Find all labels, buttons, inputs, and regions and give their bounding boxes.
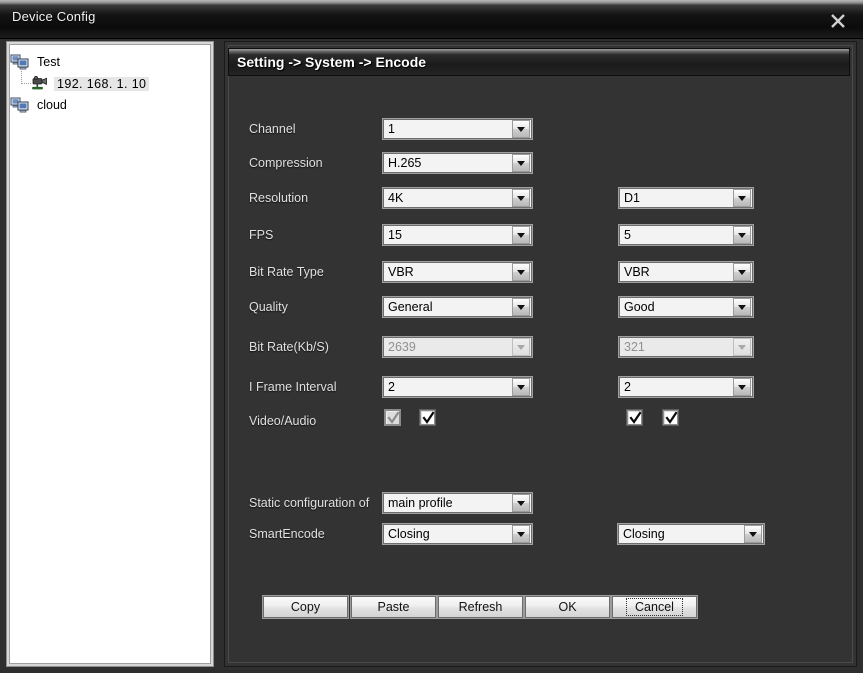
config-panel <box>224 41 857 667</box>
chevron-down-icon <box>512 338 530 356</box>
main-stream-quality-value: General <box>383 300 512 314</box>
sub-stream-fps-value: 5 <box>619 228 733 242</box>
label-video-audio: Video/Audio <box>249 414 316 428</box>
tree-item-192-168-1-10[interactable]: 192. 168. 1. 10 <box>10 73 210 94</box>
device-tree-panel: Test 192. 168. 1. 10 cloud <box>6 41 214 667</box>
main-stream-fps-value: 15 <box>383 228 512 242</box>
chevron-down-icon[interactable] <box>512 120 530 138</box>
main-stream-fps[interactable]: 15 <box>382 224 533 246</box>
computers-group-icon <box>10 96 30 113</box>
cancel-button[interactable]: Cancel <box>611 595 698 619</box>
chevron-down-icon[interactable] <box>512 378 530 396</box>
chevron-down-icon[interactable] <box>733 298 751 316</box>
label-bit-rate-kb-s: Bit Rate(Kb/S) <box>249 340 329 354</box>
static-configuration-profile[interactable]: main profile <box>382 492 533 514</box>
main-stream-smartencode[interactable]: Closing <box>382 523 533 545</box>
window-title: Device Config <box>12 9 96 24</box>
main-stream-bit-rate-kb-s: 2639 <box>382 336 533 358</box>
main-stream-resolution[interactable]: 4K <box>382 187 533 209</box>
main-stream-compression-value: H.265 <box>383 156 512 170</box>
tree-item-label: cloud <box>34 98 70 112</box>
sub-stream-quality[interactable]: Good <box>618 296 754 318</box>
config-panel-inner-border <box>228 45 853 663</box>
label-i-frame-interval: I Frame Interval <box>249 380 337 394</box>
chevron-down-icon[interactable] <box>744 525 762 543</box>
main-stream-compression[interactable]: H.265 <box>382 152 533 174</box>
sub-stream-smartencode[interactable]: Closing <box>617 523 765 545</box>
chevron-down-icon[interactable] <box>733 189 751 207</box>
cancel-button-label: Cancel <box>626 598 683 616</box>
label-bit-rate-type: Bit Rate Type <box>249 265 324 279</box>
main-stream-smartencode-value: Closing <box>383 527 512 541</box>
paste-button[interactable]: Paste <box>350 595 437 619</box>
close-icon[interactable] <box>824 6 852 34</box>
sub-stream-bit-rate-kb-s: 321 <box>618 336 754 358</box>
breadcrumb: Setting -> System -> Encode <box>237 54 426 70</box>
sub-stream-bit-rate-kb-s-value: 321 <box>619 340 733 354</box>
label-resolution: Resolution <box>249 191 308 205</box>
main-stream-resolution-value: 4K <box>383 191 512 205</box>
sub-stream-bit-rate-type-value: VBR <box>619 265 733 279</box>
tree-item-test[interactable]: Test <box>10 51 210 72</box>
main-stream-i-frame-interval-value: 2 <box>383 380 512 394</box>
refresh-button[interactable]: Refresh <box>437 595 524 619</box>
main-stream-quality[interactable]: General <box>382 296 533 318</box>
ok-button-label: OK <box>558 600 576 614</box>
tree-item-label: Test <box>34 55 63 69</box>
sub-stream-resolution-value: D1 <box>619 191 733 205</box>
chevron-down-icon[interactable] <box>512 298 530 316</box>
device-tree[interactable]: Test 192. 168. 1. 10 cloud <box>9 44 211 664</box>
label-smartencode: SmartEncode <box>249 527 325 541</box>
checkbox-sub-audio[interactable] <box>663 410 678 425</box>
label-fps: FPS <box>249 228 273 242</box>
main-stream-channel-value: 1 <box>383 122 512 136</box>
chevron-down-icon[interactable] <box>512 263 530 281</box>
main-stream-bit-rate-type[interactable]: VBR <box>382 261 533 283</box>
ok-button[interactable]: OK <box>524 595 611 619</box>
static-configuration-profile-value: main profile <box>383 496 512 510</box>
device-config-window: Device Config Test 192. 168. 1. 10 cloud S… <box>0 0 863 673</box>
computers-group-icon <box>10 53 30 70</box>
chevron-down-icon[interactable] <box>733 378 751 396</box>
tree-item-cloud[interactable]: cloud <box>10 94 210 115</box>
main-stream-bit-rate-type-value: VBR <box>383 265 512 279</box>
camera-device-icon <box>30 75 50 92</box>
sub-stream-smartencode-value: Closing <box>618 527 744 541</box>
chevron-down-icon[interactable] <box>512 525 530 543</box>
title-bar: Device Config <box>0 0 863 39</box>
checkbox-main-audio[interactable] <box>420 410 435 425</box>
refresh-button-label: Refresh <box>459 600 503 614</box>
chevron-down-icon <box>733 338 751 356</box>
checkbox-main-video <box>385 410 400 425</box>
chevron-down-icon[interactable] <box>512 189 530 207</box>
checkbox-sub-video[interactable] <box>627 410 642 425</box>
tree-item-label: 192. 168. 1. 10 <box>54 77 149 91</box>
sub-stream-quality-value: Good <box>619 300 733 314</box>
main-stream-i-frame-interval[interactable]: 2 <box>382 376 533 398</box>
sub-stream-fps[interactable]: 5 <box>618 224 754 246</box>
main-stream-bit-rate-kb-s-value: 2639 <box>383 340 512 354</box>
sub-stream-i-frame-interval[interactable]: 2 <box>618 376 754 398</box>
breadcrumb-bar: Setting -> System -> Encode <box>228 48 850 76</box>
label-quality: Quality <box>249 300 288 314</box>
sub-stream-bit-rate-type[interactable]: VBR <box>618 261 754 283</box>
main-stream-channel[interactable]: 1 <box>382 118 533 140</box>
chevron-down-icon[interactable] <box>512 226 530 244</box>
chevron-down-icon[interactable] <box>512 494 530 512</box>
chevron-down-icon[interactable] <box>512 154 530 172</box>
paste-button-label: Paste <box>378 600 410 614</box>
copy-button-label: Copy <box>291 600 320 614</box>
label-channel: Channel <box>249 122 296 136</box>
sub-stream-resolution[interactable]: D1 <box>618 187 754 209</box>
copy-button[interactable]: Copy <box>262 595 349 619</box>
sub-stream-i-frame-interval-value: 2 <box>619 380 733 394</box>
label-compression: Compression <box>249 156 323 170</box>
tree-connector <box>21 71 31 84</box>
chevron-down-icon[interactable] <box>733 263 751 281</box>
label-static-configuration: Static configuration of <box>249 496 369 510</box>
chevron-down-icon[interactable] <box>733 226 751 244</box>
